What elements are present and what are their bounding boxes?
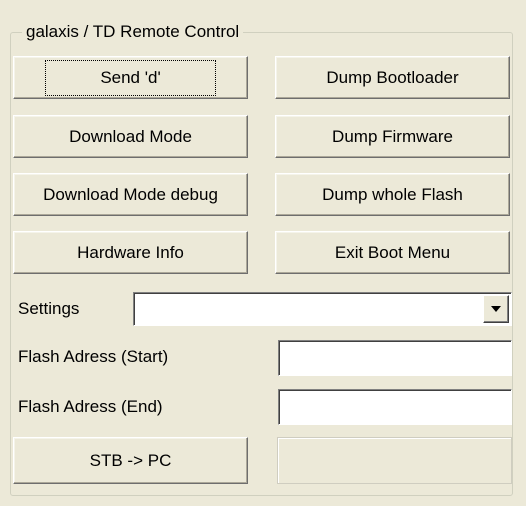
send-d-button-label: Send 'd': [45, 59, 216, 96]
stb-to-pc-button[interactable]: STB -> PC: [13, 437, 248, 484]
hardware-info-button[interactable]: Hardware Info: [13, 231, 248, 274]
flash-start-label: Flash Adress (Start): [18, 347, 169, 366]
settings-label: Settings: [18, 299, 80, 318]
exit-boot-menu-button[interactable]: Exit Boot Menu: [275, 231, 510, 274]
settings-dropdown[interactable]: [133, 292, 512, 326]
dump-firmware-button-label: Dump Firmware: [332, 126, 453, 146]
dump-whole-flash-button-label: Dump whole Flash: [322, 184, 463, 204]
download-mode-debug-button-label: Download Mode debug: [43, 184, 218, 204]
exit-boot-menu-button-label: Exit Boot Menu: [334, 242, 451, 262]
dump-bootloader-button[interactable]: Dump Bootloader: [275, 56, 510, 99]
flash-end-label: Flash Adress (End): [18, 397, 163, 416]
chevron-down-icon: [491, 306, 501, 312]
flash-start-input[interactable]: [278, 340, 512, 376]
send-d-button[interactable]: Send 'd': [13, 56, 248, 99]
download-mode-button[interactable]: Download Mode: [13, 115, 248, 158]
stb-to-pc-button-label: STB -> PC: [89, 450, 172, 470]
dump-whole-flash-button[interactable]: Dump whole Flash: [275, 173, 510, 216]
hardware-info-button-label: Hardware Info: [77, 242, 184, 262]
dropdown-arrow-button[interactable]: [483, 295, 509, 323]
download-mode-debug-button[interactable]: Download Mode debug: [13, 173, 248, 216]
dump-bootloader-button-label: Dump Bootloader: [326, 67, 459, 87]
flash-end-input[interactable]: [278, 389, 512, 425]
disabled-status-box: [277, 437, 512, 484]
dump-firmware-button[interactable]: Dump Firmware: [275, 115, 510, 158]
download-mode-button-label: Download Mode: [69, 126, 192, 146]
groupbox-title: galaxis / TD Remote Control: [22, 21, 244, 43]
